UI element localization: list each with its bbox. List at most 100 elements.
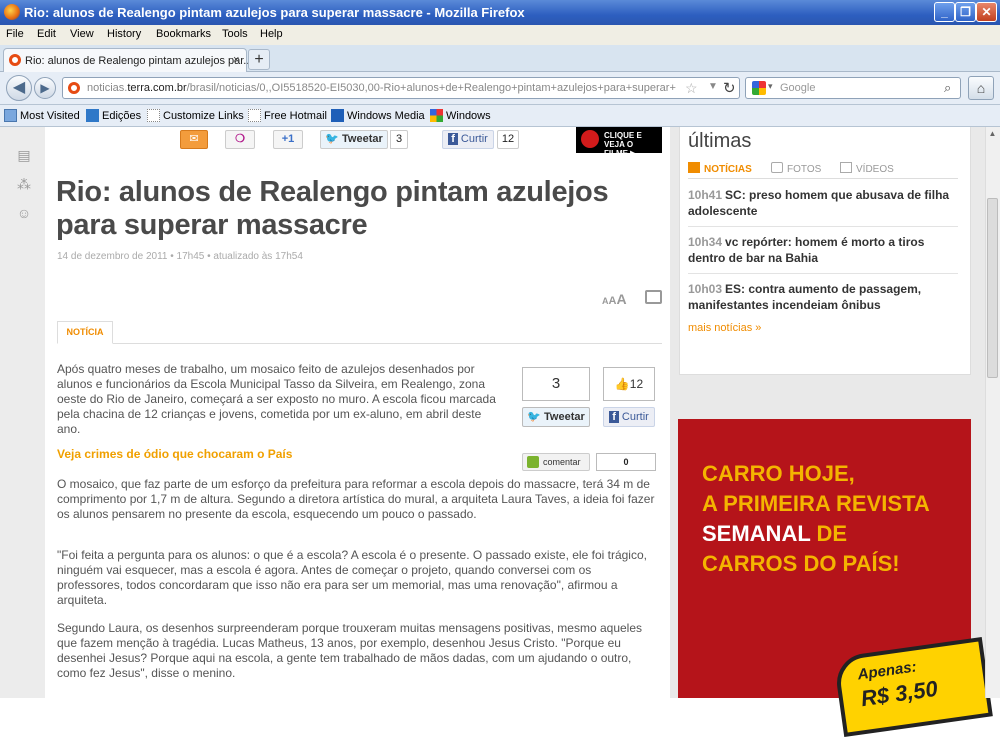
comment-icon xyxy=(527,456,539,468)
engine-dropdown-icon[interactable]: ▾ xyxy=(768,81,773,92)
tab-title: Rio: alunos de Realengo pintam azulejos … xyxy=(25,55,253,67)
tab-videos[interactable]: VÍDEOS xyxy=(840,162,894,175)
bookmarks-toolbar: Most Visited Edições Customize Links Fre… xyxy=(0,105,1000,127)
like-top-count: 12 xyxy=(497,130,519,149)
google-engine-icon[interactable] xyxy=(752,81,766,95)
like-top-button[interactable]: f Curtir xyxy=(442,130,494,149)
sidebar-tab-divider xyxy=(688,178,958,179)
news-icon xyxy=(688,162,700,173)
article-title: Rio: alunos de Realengo pintam azulejos … xyxy=(56,176,609,241)
twitter-bird-icon: 🐦 xyxy=(527,411,541,423)
news-item[interactable]: 10h03 ES: contra aumento de passagem, man… xyxy=(688,281,960,313)
article-paragraph-3: "Foi feita a pergunta para os alunos: o … xyxy=(57,548,647,607)
video-play-icon xyxy=(581,130,599,148)
close-tab-icon[interactable]: × xyxy=(233,54,239,66)
maximize-button[interactable]: ❐ xyxy=(955,2,976,22)
home-button[interactable]: ⌂ xyxy=(968,76,994,100)
address-bar[interactable]: noticias.terra.com.br/brasil/noticias/0,… xyxy=(62,77,740,99)
news-item[interactable]: 10h34 vc repórter: homem é morto a tiros … xyxy=(688,234,960,266)
ad-line-4: CARROS DO PAÍS! xyxy=(702,551,900,576)
new-tab-button[interactable]: + xyxy=(248,49,270,70)
page-icon xyxy=(248,109,261,122)
film-icon xyxy=(840,162,852,173)
google-plus-button[interactable]: +1 xyxy=(273,130,303,149)
bookmark-star-icon[interactable]: ☆ xyxy=(685,80,698,97)
news-divider xyxy=(688,273,958,274)
back-button[interactable]: ◀ xyxy=(6,75,32,101)
window-title: Rio: alunos de Realengo pintam azulejos … xyxy=(24,5,525,20)
bookmark-most-visited[interactable]: Most Visited xyxy=(4,109,80,122)
menu-tools[interactable]: Tools xyxy=(222,28,248,40)
menu-bookmarks[interactable]: Bookmarks xyxy=(156,28,211,40)
search-box[interactable]: ▾ Google ⌕ xyxy=(745,77,961,99)
windows-logo-icon xyxy=(430,109,443,122)
bookmark-customize-links[interactable]: Customize Links xyxy=(147,109,244,122)
windows-media-icon xyxy=(331,109,344,122)
ad-line-2: A PRIMEIRA REVISTA xyxy=(702,491,930,516)
news-item[interactable]: 10h41 SC: preso homem que abusava de filh… xyxy=(688,187,960,219)
terra-favicon-icon xyxy=(9,54,21,66)
print-icon[interactable] xyxy=(645,290,662,304)
like-count-box: 👍12 xyxy=(603,367,655,401)
minimize-button[interactable]: _ xyxy=(934,2,955,22)
comment-count: 0 xyxy=(596,453,656,471)
news-divider xyxy=(688,226,958,227)
scrollbar-thumb[interactable] xyxy=(987,198,998,378)
tab-noticias[interactable]: NOTÍCIAS xyxy=(688,162,752,175)
menu-edit[interactable]: Edit xyxy=(37,28,56,40)
tweet-top-count: 3 xyxy=(390,130,408,149)
article-date: 14 de dezembro de 2011 • 17h45 • atualiz… xyxy=(57,251,303,262)
tab-divider xyxy=(57,343,662,344)
site-identity-icon[interactable] xyxy=(68,82,80,94)
tweet-top-button[interactable]: 🐦 Tweetar xyxy=(320,130,388,149)
menu-bar: File Edit View History Bookmarks Tools H… xyxy=(0,25,1000,45)
article-paragraph-1: Após quatro meses de trabalho, um mosaic… xyxy=(57,362,496,436)
email-share-icon[interactable]: ✉ xyxy=(180,130,208,149)
bookmark-free-hotmail[interactable]: Free Hotmail xyxy=(248,109,327,122)
search-placeholder: Google xyxy=(780,82,816,94)
bookmark-windows-media[interactable]: Windows Media xyxy=(331,109,425,122)
ad-line-3: SEMANAL DE xyxy=(702,521,848,546)
most-visited-icon xyxy=(4,109,17,122)
close-window-button[interactable]: ✕ xyxy=(976,2,997,22)
menu-help[interactable]: Help xyxy=(260,28,283,40)
reload-icon[interactable]: ↻ xyxy=(723,79,736,97)
comment-label: comentar xyxy=(543,457,581,467)
video-promo-banner[interactable]: CLIQUE E VEJA O FILME ▶ xyxy=(576,127,662,158)
network-icon[interactable]: ⁂ xyxy=(16,176,32,192)
navigation-toolbar: ◀ ▶ noticias.terra.com.br/brasil/noticia… xyxy=(0,72,1000,105)
edicoes-icon xyxy=(86,109,99,122)
menu-history[interactable]: History xyxy=(107,28,141,40)
price-sticker: Apenas: R$ 3,50 xyxy=(833,636,993,737)
orkut-share-icon[interactable]: ❍ xyxy=(225,130,255,149)
tab-fotos[interactable]: FOTOS xyxy=(771,162,821,175)
window-titlebar: Rio: alunos de Realengo pintam azulejos … xyxy=(0,0,1000,25)
facebook-icon: f xyxy=(609,411,619,423)
scroll-up-arrow-icon[interactable]: ▲ xyxy=(986,129,999,143)
tab-strip: Rio: alunos de Realengo pintam azulejos … xyxy=(0,45,1000,72)
search-icon[interactable]: ⌕ xyxy=(944,80,951,96)
comment-button[interactable]: comentar xyxy=(522,453,590,471)
latest-heading: últimas xyxy=(688,130,752,152)
url-dropdown-icon[interactable]: ▼ xyxy=(708,81,718,92)
chat-icon[interactable]: ▤ xyxy=(16,147,32,163)
tweet-count-box: 3 xyxy=(522,367,590,401)
users-icon[interactable]: ☺ xyxy=(16,205,32,221)
forward-button[interactable]: ▶ xyxy=(34,77,56,99)
tweet-button[interactable]: 🐦 Tweetar xyxy=(522,407,590,427)
font-size-control[interactable]: AAA xyxy=(602,291,627,307)
bookmark-windows[interactable]: Windows xyxy=(430,109,491,122)
bookmark-edicoes[interactable]: Edições xyxy=(86,109,141,122)
browser-tab[interactable]: Rio: alunos de Realengo pintam azulejos … xyxy=(3,48,252,72)
thumbs-up-icon: 👍 xyxy=(614,377,630,391)
firefox-logo-icon xyxy=(4,4,20,20)
menu-view[interactable]: View xyxy=(70,28,94,40)
more-news-link[interactable]: mais notícias » xyxy=(688,322,761,334)
promo-text: CLIQUE E VEJA O FILME ▶ xyxy=(604,131,642,158)
menu-file[interactable]: File xyxy=(6,28,24,40)
related-link[interactable]: Veja crimes de ódio que chocaram o País xyxy=(57,447,292,461)
tab-noticia[interactable]: NOTÍCIA xyxy=(57,321,113,344)
like-button[interactable]: f Curtir xyxy=(603,407,655,427)
magazine-ad-banner[interactable]: CARRO HOJE, A PRIMEIRA REVISTA SEMANAL D… xyxy=(678,419,993,737)
camera-icon xyxy=(771,162,783,173)
